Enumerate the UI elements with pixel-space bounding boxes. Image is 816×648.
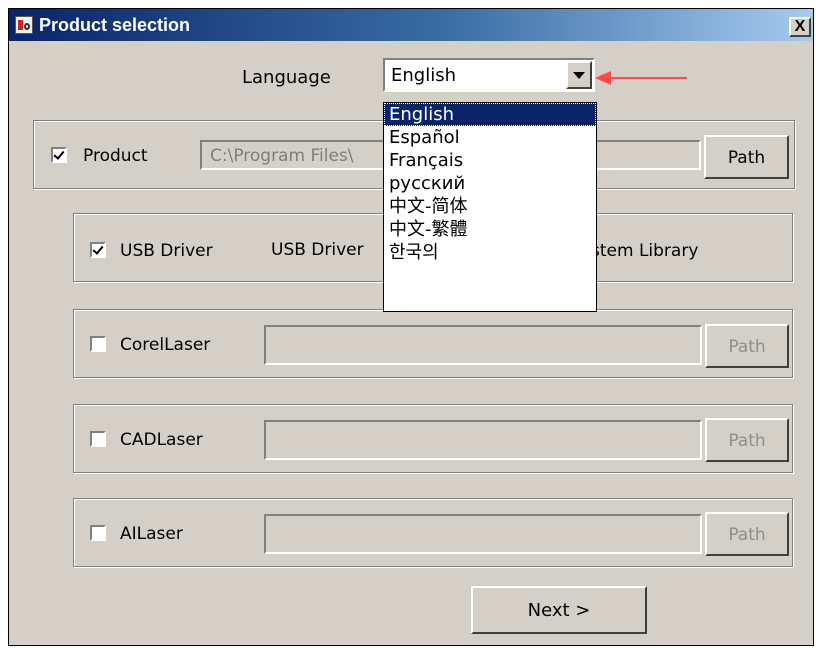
product-label: Product	[83, 146, 148, 166]
ailaser-label: AILaser	[120, 524, 183, 544]
close-button[interactable]: X	[789, 17, 811, 37]
ailaser-checkbox[interactable]	[90, 525, 106, 541]
corellaser-path-button[interactable]: Path	[705, 324, 789, 368]
usb-driver-checkbox-label: USB Driver	[120, 241, 213, 261]
corellaser-label: CorelLaser	[120, 335, 211, 355]
cadlaser-path-button[interactable]: Path	[705, 418, 789, 462]
ailaser-path-button-label: Path	[728, 525, 766, 545]
next-button-label: Next >	[527, 600, 591, 621]
product-selection-window: Product selection X Language English Pro…	[8, 8, 814, 646]
language-option-chinese-traditional[interactable]: 中文-繁體	[384, 218, 596, 241]
cadlaser-path-field[interactable]	[264, 420, 702, 460]
dropdown-arrow-icon[interactable]	[566, 61, 592, 89]
product-path-button-label: Path	[727, 148, 766, 168]
app-icon	[15, 16, 33, 34]
cadlaser-path-button-label: Path	[728, 431, 766, 451]
title-bar[interactable]: Product selection X	[9, 9, 813, 41]
corellaser-path-button-label: Path	[728, 337, 766, 357]
language-select[interactable]: English	[383, 58, 595, 92]
language-select-value: English	[391, 65, 456, 86]
language-label: Language	[242, 67, 331, 88]
ailaser-path-field[interactable]	[264, 514, 702, 554]
language-option-spanish[interactable]: Español	[384, 126, 596, 149]
cadlaser-label: CADLaser	[120, 430, 203, 450]
language-option-chinese-simplified[interactable]: 中文-简体	[384, 195, 596, 218]
annotation-arrow-icon	[595, 71, 611, 85]
product-path-button[interactable]: Path	[704, 135, 789, 179]
usb-driver-checkbox[interactable]	[90, 242, 106, 258]
product-checkbox[interactable]	[51, 147, 67, 163]
language-option-french[interactable]: Français	[384, 149, 596, 172]
corellaser-path-field[interactable]	[264, 325, 702, 365]
usb-driver-text: USB Driver	[271, 240, 364, 260]
corellaser-checkbox[interactable]	[90, 336, 106, 352]
annotation-arrow-line	[609, 77, 687, 79]
language-option-russian[interactable]: русский	[384, 172, 596, 195]
cadlaser-checkbox[interactable]	[90, 431, 106, 447]
product-path-value: C:\Program Files\	[210, 146, 354, 166]
language-option-english[interactable]: English	[384, 103, 596, 126]
system-library-text: stem Library	[591, 241, 699, 261]
ailaser-path-button[interactable]: Path	[705, 512, 789, 556]
next-button[interactable]: Next >	[471, 586, 647, 634]
language-dropdown-list[interactable]: English Español Français русский 中文-简体 中…	[383, 102, 597, 312]
window-title: Product selection	[39, 15, 191, 35]
language-option-korean[interactable]: 한국의	[384, 241, 596, 264]
